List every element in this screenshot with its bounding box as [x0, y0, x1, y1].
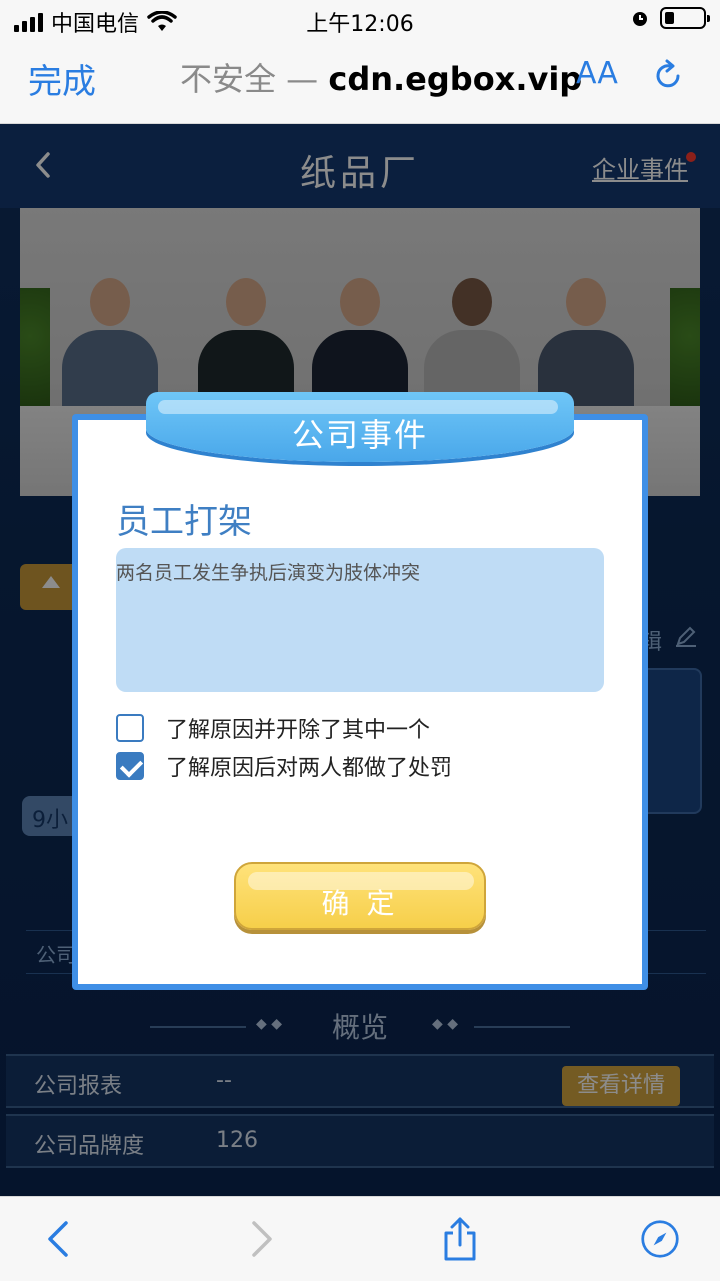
done-button[interactable]: 完成	[28, 54, 96, 103]
option-punish-both[interactable]: 了解原因后对两人都做了处罚	[116, 750, 452, 782]
event-description: 两名员工发生争执后演变为肢体冲突	[116, 562, 421, 584]
domain-label: cdn.egbox.vip	[328, 60, 583, 98]
share-icon[interactable]	[440, 1217, 480, 1261]
dialog-title: 公司事件	[291, 416, 428, 454]
reload-icon[interactable]	[650, 58, 686, 94]
alarm-icon	[633, 12, 647, 26]
confirm-label: 确 定	[321, 887, 399, 920]
battery-icon	[660, 7, 710, 29]
compass-icon[interactable]	[640, 1217, 680, 1261]
option-label: 了解原因后对两人都做了处罚	[166, 756, 453, 781]
forward-arrow-icon[interactable]	[240, 1217, 280, 1261]
checkbox-unchecked[interactable]	[116, 714, 144, 742]
status-bar: 中国电信 上午12:06	[0, 0, 720, 40]
back-arrow-icon[interactable]	[40, 1217, 80, 1261]
dialog-header: 公司事件	[146, 392, 574, 462]
event-description-box: 两名员工发生争执后演变为肢体冲突	[116, 548, 604, 692]
text-size-button[interactable]: AA	[576, 56, 618, 91]
event-name: 员工打架	[116, 502, 252, 542]
clock: 上午12:06	[306, 12, 414, 37]
url-bar[interactable]: 不安全 — cdn.egbox.vip	[180, 54, 582, 100]
option-fire-one[interactable]: 了解原因并开除了其中一个	[116, 712, 430, 744]
option-label: 了解原因并开除了其中一个	[166, 718, 431, 743]
browser-top-bar: 完成 不安全 — cdn.egbox.vip AA	[0, 40, 720, 124]
browser-toolbar	[0, 1196, 720, 1281]
checkbox-checked[interactable]	[116, 752, 144, 780]
confirm-button[interactable]: 确 定	[234, 862, 486, 930]
security-label: 不安全 —	[180, 60, 319, 98]
